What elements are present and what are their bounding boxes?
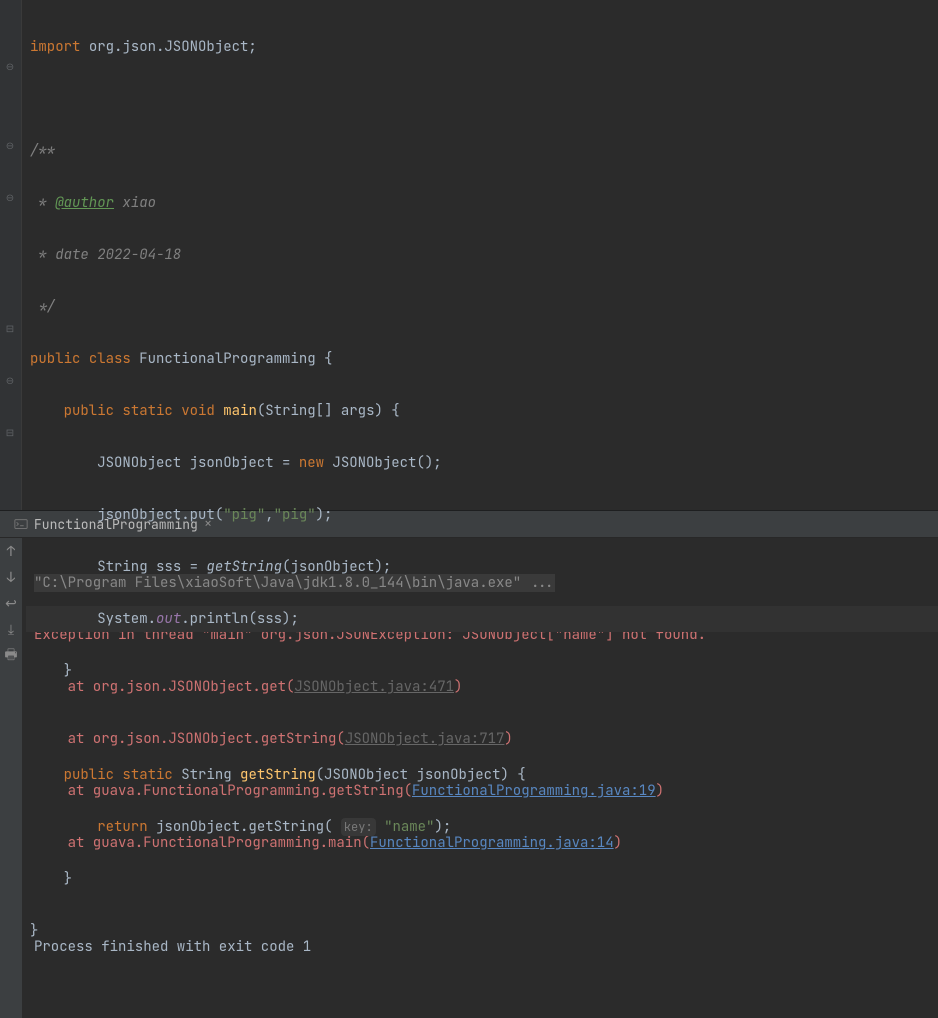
type: JSONObject xyxy=(97,454,181,472)
class-name: FunctionalProgramming xyxy=(139,350,315,368)
method-main: main xyxy=(223,402,257,420)
code-editor[interactable]: ⊖ ⊖ ⊖ ⊟ ⊖ ⊟ import org.json.JSONObject; … xyxy=(0,0,938,510)
print-icon[interactable]: 🖶 xyxy=(3,648,19,664)
editor-gutter: ⊖ ⊖ ⊖ ⊟ ⊖ ⊟ xyxy=(0,0,22,510)
javadoc-close: */ xyxy=(30,298,55,316)
method-getstring: getString xyxy=(240,766,316,784)
date-line: * date 2022-04-18 xyxy=(30,246,181,264)
code-text-area[interactable]: import org.json.JSONObject; /** * @autho… xyxy=(22,0,938,510)
fold-icon[interactable]: ⊖ xyxy=(4,374,16,386)
fold-close-icon[interactable]: ⊟ xyxy=(4,322,16,334)
close-brace: } xyxy=(64,662,72,680)
wrap-icon[interactable]: ↩ xyxy=(3,596,19,612)
fold-close-icon[interactable]: ⊟ xyxy=(4,426,16,438)
console-tool-gutter: ↑ ↓ ↩ ⤓ 🖶 xyxy=(0,538,22,1018)
up-icon[interactable]: ↑ xyxy=(3,544,19,560)
author-tag: @author xyxy=(55,194,114,212)
fold-icon[interactable]: ⊖ xyxy=(4,191,16,203)
param-hint: key: xyxy=(341,818,376,836)
fold-icon[interactable]: ⊖ xyxy=(4,139,16,151)
javadoc-open: /** xyxy=(30,142,55,160)
import-target: org.json.JSONObject xyxy=(89,38,249,56)
kw-import: import xyxy=(30,38,80,56)
scroll-icon[interactable]: ⤓ xyxy=(3,622,19,638)
fold-icon[interactable]: ⊖ xyxy=(4,60,16,72)
down-icon[interactable]: ↓ xyxy=(3,570,19,586)
